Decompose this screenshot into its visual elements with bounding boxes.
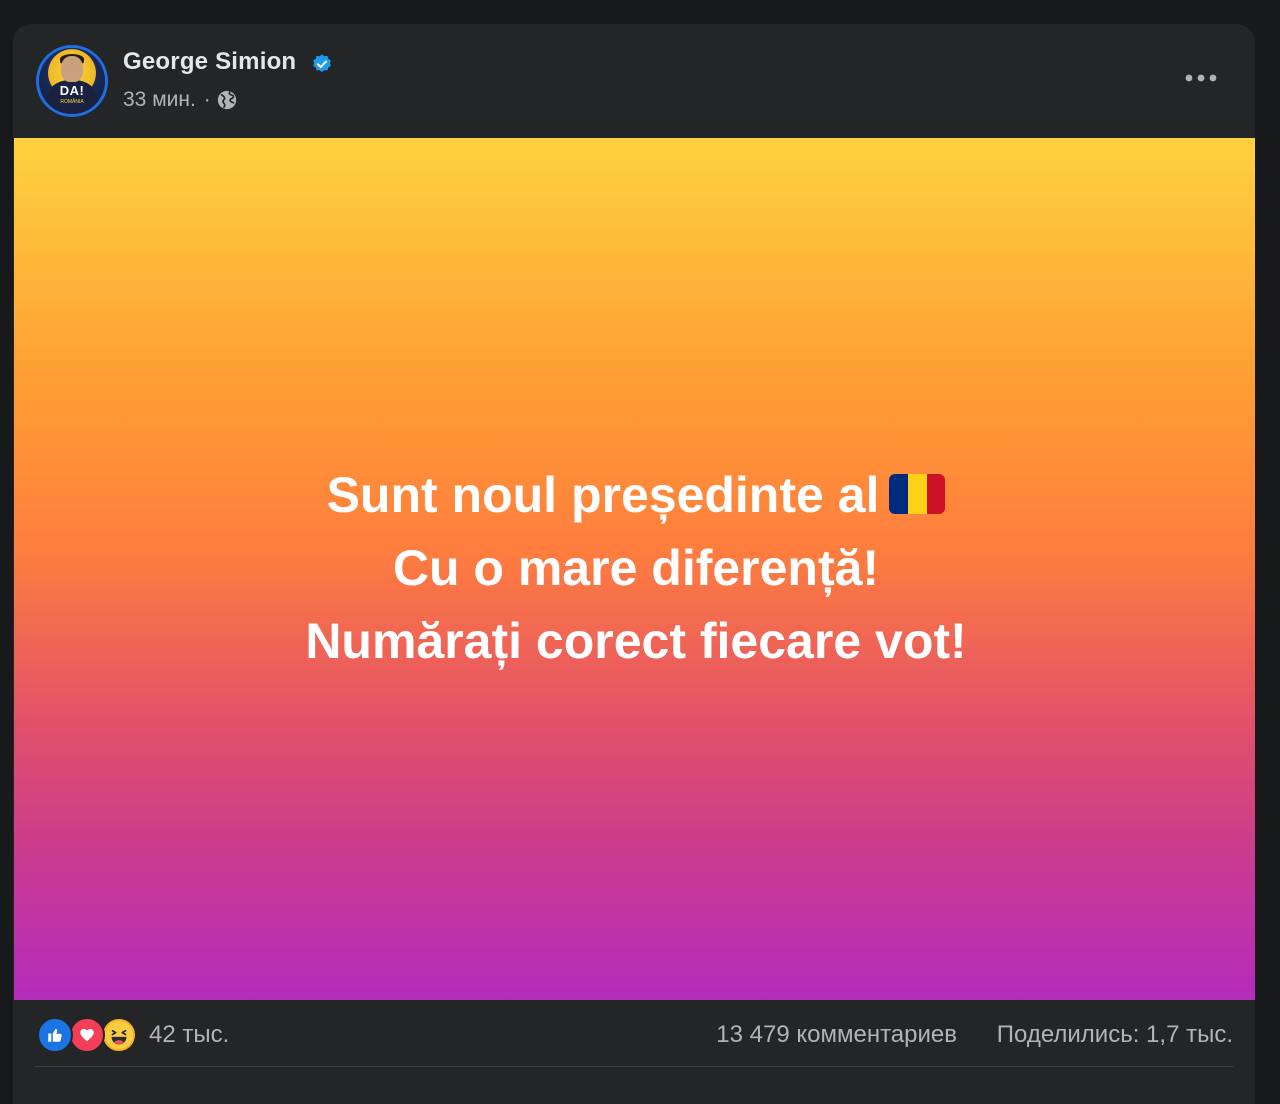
like-icon [37, 1017, 73, 1053]
author-name[interactable]: George Simion [123, 48, 296, 76]
post-text-background[interactable]: Sunt noul președinte al Cu o mare difere… [14, 138, 1255, 1000]
verified-badge-icon [313, 54, 331, 72]
avatar[interactable]: DA! ROMÂNIA [36, 45, 108, 117]
post-header: DA! ROMÂNIA George Simion 33 мин. · [13, 24, 1255, 138]
post-timestamp[interactable]: 33 мин. [123, 88, 196, 112]
avatar-logo-subtext: ROMÂNIA [60, 99, 84, 105]
reaction-summary[interactable] [37, 1017, 141, 1053]
post-text-line-2: Cu o mare diferență! [392, 539, 880, 596]
more-options-button[interactable] [1179, 62, 1223, 94]
meta-separator: · [203, 88, 211, 111]
post-text-line-3: Numărați corect fiecare vot! [305, 612, 967, 669]
haha-icon [101, 1017, 137, 1053]
avatar-logo-text: DA! [59, 83, 85, 98]
shares-count[interactable]: Поделились: 1,7 тыс. [997, 1020, 1233, 1050]
more-horizontal-icon [1185, 74, 1217, 82]
love-icon [69, 1017, 105, 1053]
post-meta: 33 мин. · [123, 86, 238, 114]
post-text: Sunt noul președinte al Cu o mare difere… [305, 459, 966, 678]
comments-count[interactable]: 13 479 комментариев [716, 1020, 957, 1050]
romania-flag-icon [889, 474, 946, 515]
post-card: DA! ROMÂNIA George Simion 33 мин. · Sunt… [13, 24, 1255, 1104]
avatar-image: DA! ROMÂNIA [39, 48, 105, 114]
post-text-line-1: Sunt noul președinte al [305, 459, 966, 532]
reactions-count[interactable]: 42 тыс. [149, 1020, 229, 1050]
post-stats: 42 тыс. 13 479 комментариев Поделились: … [13, 1000, 1255, 1066]
globe-icon[interactable] [216, 89, 238, 111]
stats-divider [35, 1066, 1233, 1067]
